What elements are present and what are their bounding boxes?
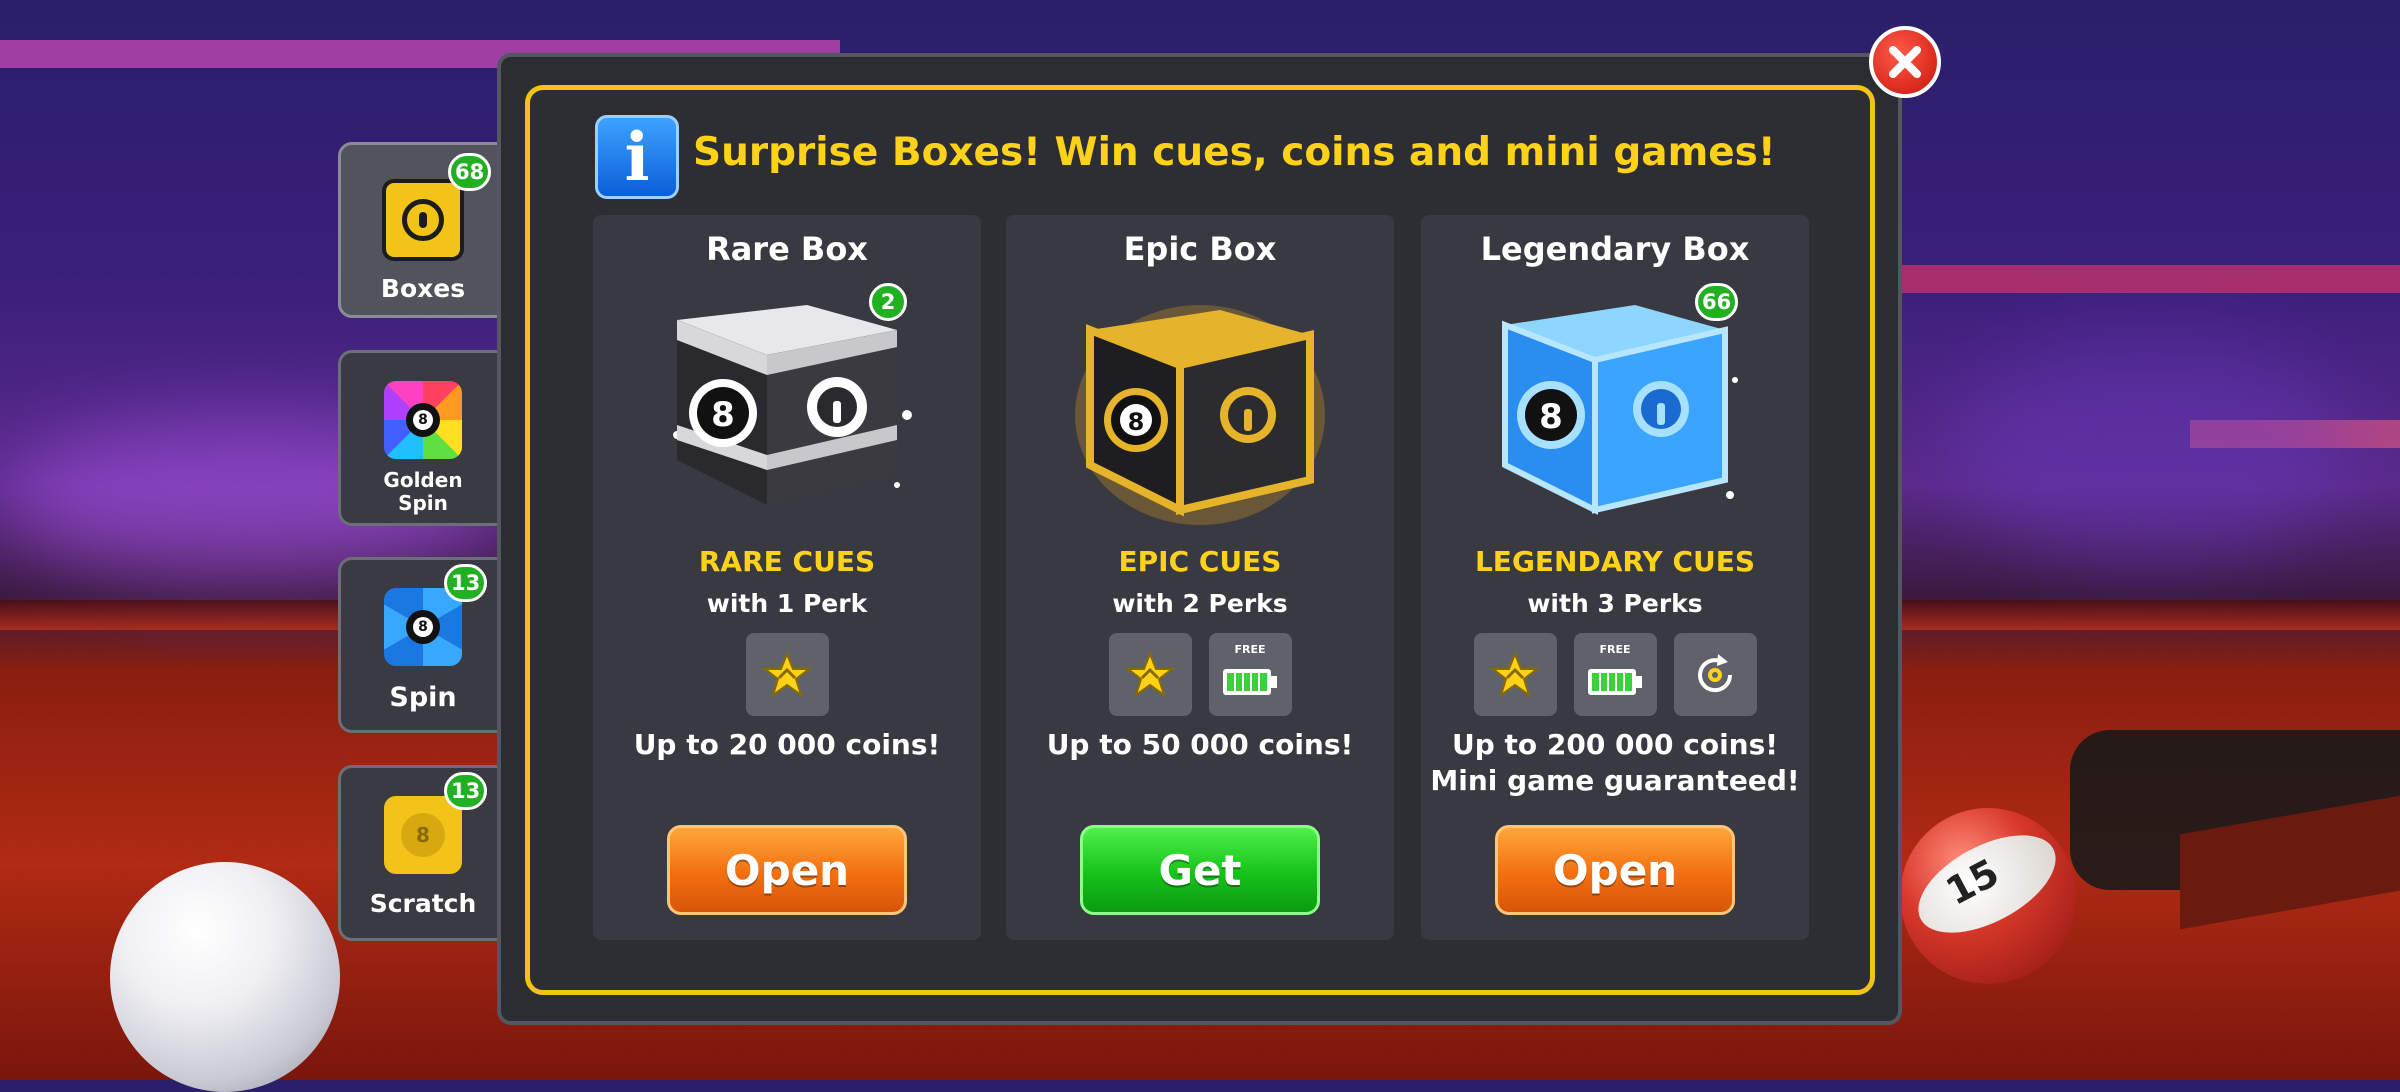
perks-text: with 3 Perks (1527, 589, 1703, 618)
legendary-box-card: Legendary Box 8 66 LEGENDARY CUES with 3… (1421, 215, 1809, 940)
ball-15: 15 (1900, 808, 2076, 984)
perk-list: FREE (1006, 633, 1394, 716)
cue-type: LEGENDARY CUES (1474, 545, 1756, 578)
coins-reward-line: Up to 200 000 coins! (1451, 728, 1779, 761)
ball-number: 8 (413, 410, 433, 430)
box-ball-number: 8 (1128, 408, 1145, 436)
close-icon (1889, 46, 1921, 78)
coins-reward: Up to 50 000 coins! (1046, 728, 1354, 761)
ball-number: 8 (413, 617, 433, 637)
tab-label: Boxes (380, 274, 466, 303)
legendary-box-image: 8 (1502, 305, 1738, 515)
replay-gear-perk-icon (1673, 633, 1757, 716)
mini-game-guarantee: Mini game guaranteed! (1430, 764, 1800, 798)
boxes-count-badge: 68 (448, 153, 492, 191)
tab-scratch[interactable]: 8 13 Scratch (338, 765, 508, 941)
rank-up-perk-icon (1473, 633, 1557, 716)
free-recharge-battery-perk-icon: FREE (1208, 633, 1292, 716)
rare-box-card: Rare Box 8 2 RARE CUES with 1 Perk Up to… (593, 215, 981, 940)
tab-label: Scratch (369, 889, 477, 918)
info-icon[interactable]: i (595, 115, 679, 199)
perks-text: with 2 Perks (1112, 589, 1288, 618)
box-lock-icon: 68 (382, 153, 492, 261)
golden-spin-wheel-icon: 8 (384, 381, 462, 459)
rare-box-image: 8 (673, 305, 912, 505)
free-recharge-battery-perk-icon: FREE (1573, 633, 1657, 716)
epic-box-image: 8 (1075, 305, 1325, 525)
open-rare-box-button[interactable]: Open (667, 825, 907, 915)
scratch-count-badge: 13 (444, 772, 488, 810)
ball-number: 8 (416, 823, 430, 847)
box-name: Rare Box (706, 230, 868, 268)
bg-glow (1950, 340, 2350, 560)
rank-up-perk-icon (1108, 633, 1192, 716)
tab-label: Golden Spin (383, 468, 463, 515)
perks-text: with 1 Perk (706, 589, 868, 618)
get-epic-box-button[interactable]: Get (1080, 825, 1320, 915)
box-name: Epic Box (1123, 230, 1277, 268)
dialog-title: Surprise Boxes! Win cues, coins and mini… (693, 130, 1776, 175)
tab-golden-spin[interactable]: 8 Golden Spin (338, 350, 508, 526)
cue-type: RARE CUES (698, 545, 876, 578)
box-name: Legendary Box (1480, 230, 1750, 268)
tab-boxes[interactable]: 68 Boxes (338, 142, 508, 318)
open-legendary-box-button[interactable]: Open (1495, 825, 1735, 915)
bg-stripe (1900, 265, 2400, 293)
epic-box-card: Epic Box 8 EPIC CUES with 2 Perks FREE U… (1006, 215, 1394, 940)
coins-reward: Up to 200 000 coins! Mini game guarantee… (1421, 727, 1809, 800)
legendary-box-count-badge: 66 (1695, 283, 1739, 321)
rank-up-perk-icon (745, 633, 829, 716)
cue-type: EPIC CUES (1118, 545, 1282, 578)
coins-reward: Up to 20 000 coins! (633, 728, 941, 761)
perk-list: FREE (1421, 633, 1809, 716)
perk-list (593, 633, 981, 716)
box-ball-number: 8 (1539, 397, 1563, 437)
box-ball-number: 8 (711, 395, 735, 435)
spin-count-badge: 13 (444, 564, 488, 602)
tab-spin[interactable]: 8 13 Spin (338, 557, 508, 733)
spin-wheel-icon: 8 13 (384, 564, 488, 666)
scratch-card-icon: 8 13 (384, 772, 488, 874)
cue-ball (110, 862, 340, 1092)
rare-box-count-badge: 2 (869, 283, 907, 321)
tab-label: Spin (389, 682, 457, 713)
close-button[interactable] (1869, 26, 1941, 98)
